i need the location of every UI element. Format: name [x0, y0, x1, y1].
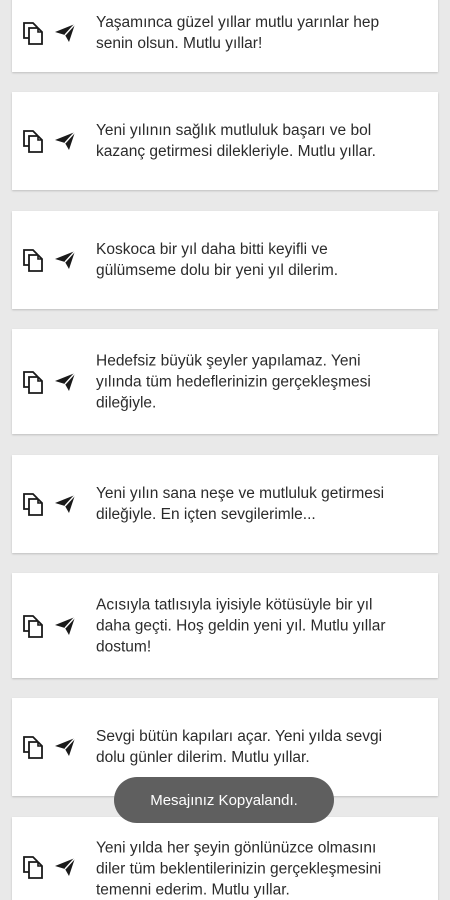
copy-icon[interactable]: [20, 734, 46, 760]
message-text: Yeni yılının sağlık mutluluk başarı ve b…: [96, 122, 376, 160]
send-icon[interactable]: [52, 247, 78, 273]
message-text: Hedefsiz büyük şeyler yapılamaz. Yeni yı…: [96, 352, 371, 411]
message-text: Yeni yılda her şeyin gönlünüzce olmasını…: [96, 839, 382, 899]
card-actions: [20, 491, 78, 517]
message-card: Yaşamınca güzel yıllar mutlu yarınlar he…: [12, 0, 438, 72]
send-icon[interactable]: [52, 854, 78, 880]
message-text: Sevgi bütün kapıları açar. Yeni yılda se…: [96, 728, 383, 766]
send-icon[interactable]: [52, 128, 78, 154]
message-card: Acısıyla tatlısıyla iyisiyle kötüsüyle b…: [12, 573, 438, 678]
message-card: Yeni yılının sağlık mutluluk başarı ve b…: [12, 92, 438, 190]
send-icon[interactable]: [52, 613, 78, 639]
message-card: Yeni yılın sana neşe ve mutluluk getirme…: [12, 455, 438, 553]
send-icon[interactable]: [52, 20, 78, 46]
copy-icon[interactable]: [20, 128, 46, 154]
card-actions: [20, 20, 78, 46]
copy-icon[interactable]: [20, 369, 46, 395]
message-text: Yeni yılın sana neşe ve mutluluk getirme…: [96, 485, 385, 523]
copied-toast: Mesajınız Kopyalandı.: [114, 777, 334, 823]
send-icon[interactable]: [52, 734, 78, 760]
message-card: Hedefsiz büyük şeyler yapılamaz. Yeni yı…: [12, 329, 438, 434]
copy-icon[interactable]: [20, 491, 46, 517]
copy-icon[interactable]: [20, 20, 46, 46]
message-list[interactable]: Yaşamınca güzel yıllar mutlu yarınlar he…: [0, 0, 450, 900]
message-card: Yeni yılda her şeyin gönlünüzce olmasını…: [12, 817, 438, 900]
card-actions: [20, 369, 78, 395]
card-actions: [20, 613, 78, 639]
card-actions: [20, 247, 78, 273]
send-icon[interactable]: [52, 491, 78, 517]
card-actions: [20, 854, 78, 880]
card-actions: [20, 128, 78, 154]
copy-icon[interactable]: [20, 613, 46, 639]
message-text: Acısıyla tatlısıyla iyisiyle kötüsüyle b…: [96, 596, 386, 655]
message-card: Koskoca bir yıl daha bitti keyifli ve gü…: [12, 211, 438, 309]
copy-icon[interactable]: [20, 854, 46, 880]
message-text: Yaşamınca güzel yıllar mutlu yarınlar he…: [96, 14, 380, 53]
copy-icon[interactable]: [20, 247, 46, 273]
card-actions: [20, 734, 78, 760]
send-icon[interactable]: [52, 369, 78, 395]
message-text: Koskoca bir yıl daha bitti keyifli ve gü…: [96, 241, 339, 279]
